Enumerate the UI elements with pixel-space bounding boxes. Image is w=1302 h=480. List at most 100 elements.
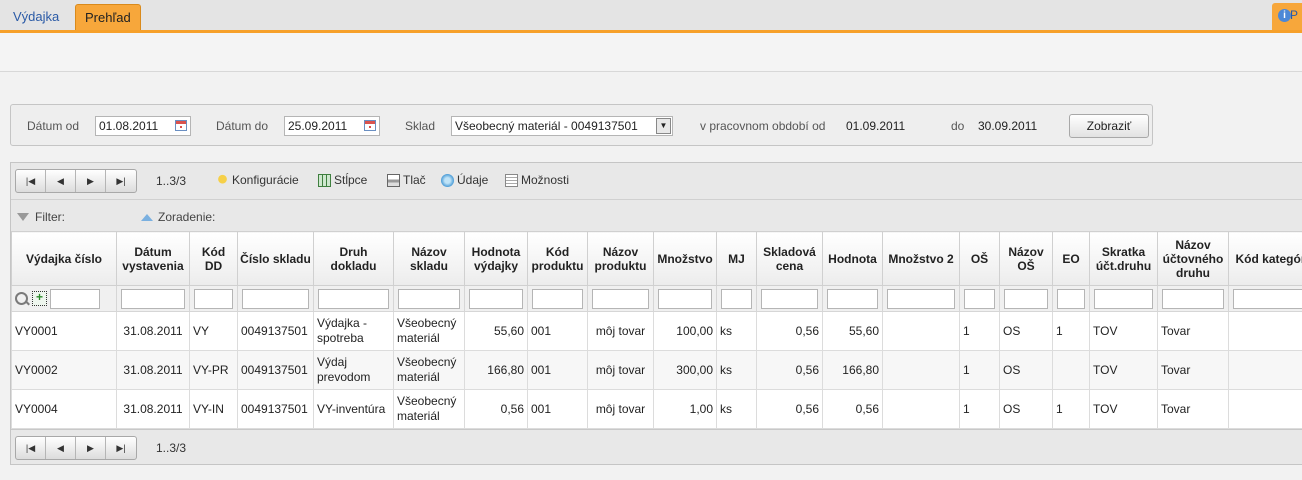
column-filter-input[interactable] bbox=[50, 288, 100, 309]
page-info: 1..3/3 bbox=[156, 441, 187, 455]
column-filter-input[interactable] bbox=[1004, 288, 1048, 309]
search-icon[interactable] bbox=[15, 292, 28, 305]
period-to-label: do bbox=[951, 119, 965, 133]
show-button[interactable]: Zobraziť bbox=[1069, 114, 1149, 138]
table-cell: 31.08.2011 bbox=[116, 350, 190, 390]
last-page-button[interactable]: ▶| bbox=[106, 437, 136, 459]
top-right-button[interactable]: i P bbox=[1272, 3, 1302, 30]
column-header[interactable]: Kód DD bbox=[189, 231, 238, 286]
column-filter-input[interactable] bbox=[318, 288, 389, 309]
column-header[interactable]: Názov OŠ bbox=[999, 231, 1053, 286]
grid-toolbar: |◀ ◀ ▶ ▶| 1..3/3 Konfigurácie Stĺpce Tla… bbox=[11, 163, 1302, 199]
columns-button[interactable]: Stĺpce bbox=[318, 173, 367, 187]
tab-prehlad[interactable]: Prehľad bbox=[75, 4, 141, 30]
column-filter-input[interactable] bbox=[827, 288, 878, 309]
column-header[interactable]: Názov produktu bbox=[587, 231, 654, 286]
chevron-down-icon[interactable]: ▼ bbox=[656, 118, 671, 134]
column-header[interactable]: Množstvo 2 bbox=[882, 231, 960, 286]
options-icon bbox=[505, 173, 518, 187]
column-filter-input[interactable] bbox=[1162, 288, 1224, 309]
column-header[interactable]: Dátum vystavenia bbox=[116, 231, 190, 286]
column-filter-input[interactable] bbox=[658, 288, 712, 309]
column-filter-input[interactable] bbox=[194, 288, 233, 309]
column-filter-input[interactable] bbox=[964, 288, 995, 309]
column-filter-input[interactable] bbox=[398, 288, 460, 309]
first-page-button[interactable]: |◀ bbox=[16, 437, 46, 459]
table-cell: môj tovar bbox=[587, 311, 654, 351]
next-page-button[interactable]: ▶ bbox=[76, 170, 106, 192]
column-header[interactable]: Číslo skladu bbox=[237, 231, 314, 286]
column-filter-input[interactable] bbox=[1057, 288, 1085, 309]
column-header[interactable]: EO bbox=[1052, 231, 1090, 286]
column-filter-input[interactable] bbox=[532, 288, 583, 309]
warehouse-select[interactable]: Všeobecný materiál - 0049137501 ▼ bbox=[451, 116, 673, 136]
calendar-icon[interactable] bbox=[364, 120, 376, 131]
table-cell: 55,60 bbox=[464, 311, 528, 351]
sort-toggle[interactable]: Zoradenie: bbox=[141, 210, 215, 224]
data-button[interactable]: Údaje bbox=[441, 173, 488, 187]
warehouse-value: Všeobecný materiál - 0049137501 bbox=[455, 119, 638, 133]
add-filter-icon[interactable] bbox=[32, 290, 47, 306]
tab-vydajka[interactable]: Výdajka bbox=[4, 4, 68, 30]
table-cell: VY bbox=[189, 311, 238, 351]
table-cell: TOV bbox=[1089, 389, 1158, 429]
next-page-button[interactable]: ▶ bbox=[76, 437, 106, 459]
table-row[interactable]: VY0001 31.08.2011 VY 0049137501 Výdajka … bbox=[11, 311, 1302, 351]
column-filter-input[interactable] bbox=[242, 288, 309, 309]
filter-sort-row: Filter: Zoradenie: bbox=[11, 199, 1302, 232]
column-header[interactable]: Hodnota bbox=[822, 231, 883, 286]
print-button[interactable]: Tlač bbox=[387, 173, 426, 187]
column-header[interactable]: Kód produktu bbox=[527, 231, 588, 286]
data-icon bbox=[441, 173, 454, 187]
column-header[interactable]: Druh dokladu bbox=[313, 231, 394, 286]
table-cell bbox=[882, 311, 960, 351]
table-row[interactable]: VY0004 31.08.2011 VY-IN 0049137501 VY-in… bbox=[11, 389, 1302, 429]
date-from-input[interactable]: 01.08.2011 bbox=[95, 116, 191, 136]
options-button[interactable]: Možnosti bbox=[505, 173, 569, 187]
column-filter-input[interactable] bbox=[121, 288, 185, 309]
columns-label: Stĺpce bbox=[334, 173, 368, 187]
column-header[interactable]: MJ bbox=[716, 231, 757, 286]
column-header[interactable]: Množstvo bbox=[653, 231, 717, 286]
column-filter-cell bbox=[756, 285, 823, 312]
configurations-button[interactable]: Konfigurácie bbox=[216, 173, 299, 187]
page-info: 1..3/3 bbox=[156, 174, 187, 188]
column-filter-input[interactable] bbox=[592, 288, 649, 309]
table-cell: ks bbox=[716, 350, 757, 390]
table-cell: OS bbox=[999, 350, 1053, 390]
calendar-icon[interactable] bbox=[175, 120, 187, 131]
table-cell: VY0004 bbox=[11, 389, 117, 429]
column-header[interactable]: Výdajka číslo bbox=[11, 231, 117, 286]
table-cell: 100,00 bbox=[653, 311, 717, 351]
column-filter-input[interactable] bbox=[887, 288, 955, 309]
column-filter-input[interactable] bbox=[1094, 288, 1153, 309]
table-cell: 166,80 bbox=[822, 350, 883, 390]
first-page-button[interactable]: |◀ bbox=[16, 170, 46, 192]
period-from-value: 01.09.2011 bbox=[846, 119, 906, 133]
table-cell: TOV bbox=[1089, 311, 1158, 351]
table-cell: 1 bbox=[959, 389, 1000, 429]
column-header[interactable]: OŠ bbox=[959, 231, 1000, 286]
filter-toggle[interactable]: Filter: bbox=[17, 210, 65, 224]
table-cell bbox=[1228, 311, 1302, 351]
date-to-input[interactable]: 25.09.2011 bbox=[284, 116, 380, 136]
table-cell: OS bbox=[999, 311, 1053, 351]
column-filter-input[interactable] bbox=[761, 288, 818, 309]
column-header[interactable]: Názov skladu bbox=[393, 231, 465, 286]
column-header[interactable]: Skladová cena bbox=[756, 231, 823, 286]
column-header[interactable]: Hodnota výdajky bbox=[464, 231, 528, 286]
column-header[interactable]: Skratka účt.druhu bbox=[1089, 231, 1158, 286]
column-header[interactable]: Názov účtovného druhu bbox=[1157, 231, 1229, 286]
last-page-button[interactable]: ▶| bbox=[106, 170, 136, 192]
column-filter-input[interactable] bbox=[469, 288, 523, 309]
table-cell: 0,56 bbox=[822, 389, 883, 429]
prev-page-button[interactable]: ◀ bbox=[46, 437, 76, 459]
filter-label: Filter: bbox=[35, 210, 65, 224]
prev-page-button[interactable]: ◀ bbox=[46, 170, 76, 192]
data-label: Údaje bbox=[457, 173, 489, 187]
column-filter-cell bbox=[1052, 285, 1090, 312]
column-header[interactable]: Kód kategórie bbox=[1228, 231, 1302, 286]
column-filter-input[interactable] bbox=[1233, 288, 1302, 309]
table-row[interactable]: VY0002 31.08.2011 VY-PR 0049137501 Výdaj… bbox=[11, 350, 1302, 390]
column-filter-input[interactable] bbox=[721, 288, 752, 309]
